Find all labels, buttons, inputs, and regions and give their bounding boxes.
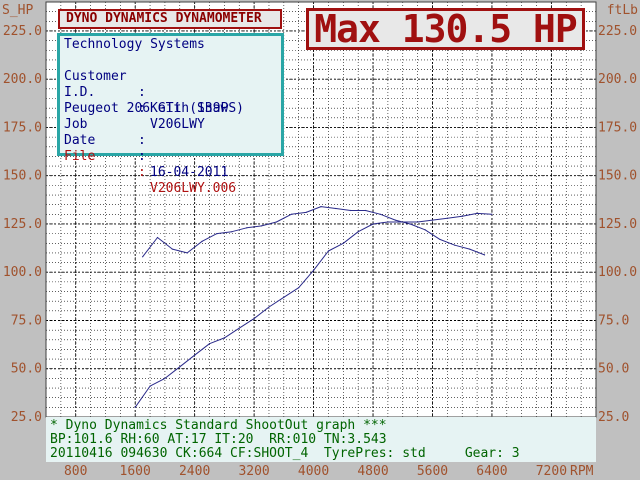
torque-data-point	[424, 229, 426, 231]
run-info-panel: Technology Systems Customer : Keith Shaw…	[57, 33, 284, 196]
y-tick-label-left: 50.0	[11, 362, 42, 377]
torque-data-point	[290, 213, 292, 215]
torque-data-point	[320, 206, 322, 208]
power-data-point	[476, 212, 478, 214]
footer-run-details: 20110416 094630 CK:664 CF:SHOOT_4 TyrePr…	[50, 446, 520, 461]
company-name: Technology Systems	[64, 37, 205, 52]
power-data-point	[238, 327, 240, 329]
y-tick-label-left: 200.0	[3, 72, 42, 87]
power-data-point	[491, 213, 493, 215]
y-tick-label-left: 175.0	[3, 120, 42, 135]
x-tick-label: 3200	[238, 464, 269, 479]
power-data-point	[134, 406, 136, 408]
y-tick-label-right: 150.0	[598, 169, 637, 184]
torque-data-point	[216, 233, 218, 235]
y-tick-label-right: 175.0	[598, 120, 637, 135]
torque-data-point	[231, 231, 233, 233]
power-data-point	[149, 385, 151, 387]
torque-data-point	[246, 227, 248, 229]
torque-data-point	[186, 252, 188, 254]
x-tick-label: 2400	[179, 464, 210, 479]
power-data-point	[327, 250, 330, 252]
power-data-point	[268, 306, 270, 308]
info-separator: :	[138, 165, 146, 180]
torque-data-point	[364, 209, 367, 212]
power-data-point	[208, 343, 211, 345]
torque-data-point	[275, 221, 278, 223]
x-tick-label: 800	[64, 464, 87, 479]
y-tick-label-left: 100.0	[3, 265, 42, 280]
torque-data-point	[335, 207, 337, 210]
footer-title: * Dyno Dynamics Standard ShootOut graph …	[50, 418, 387, 433]
y-tick-label-right: 125.0	[598, 217, 637, 232]
x-tick-label: 1600	[120, 464, 151, 479]
power-data-point	[194, 354, 196, 356]
power-data-point	[298, 287, 300, 289]
y-tick-label-right: 100.0	[598, 265, 637, 280]
dyno-header: DYNO DYNAMICS DYNAMOMETER	[58, 9, 282, 29]
torque-data-point	[469, 248, 471, 250]
info-row-vehicle: Peugeot 206 GTi (139PS)	[64, 85, 281, 116]
x-tick-label: 4800	[357, 464, 388, 479]
power-data-point	[431, 219, 434, 221]
y-tick-label-right: 200.0	[598, 72, 637, 87]
info-row-job: Job :	[64, 101, 281, 148]
run-footer-panel: * Dyno Dynamics Standard ShootOut graph …	[46, 417, 596, 462]
info-row-customer: Customer : Keith Shaw	[64, 53, 281, 116]
power-data-point	[417, 221, 419, 223]
max-power-readout: Max 130.5 HP	[306, 8, 585, 50]
y-tick-label-right: 225.0	[598, 24, 637, 39]
info-row-file: File : V206LWY.006	[64, 133, 281, 196]
y-tick-label-left: 125.0	[3, 217, 42, 232]
torque-data-point	[350, 209, 352, 212]
x-tick-label: 4000	[298, 464, 329, 479]
info-separator: :	[138, 149, 146, 164]
y-tick-label-left: 25.0	[11, 410, 42, 425]
torque-data-point	[171, 248, 173, 250]
torque-data-point	[454, 244, 456, 246]
dyno-graph-window: 25.0 50.0 75.0 100.0 125.0 150.0 175.0 200.0 225…	[0, 0, 640, 480]
torque-data-point	[305, 211, 307, 213]
info-key: File	[64, 149, 96, 164]
torque-data-point	[156, 236, 159, 239]
power-data-point	[372, 223, 374, 225]
y-tick-label-left: 75.0	[11, 313, 42, 328]
torque-data-point	[201, 240, 203, 242]
power-data-point	[283, 296, 285, 298]
power-data-point	[164, 377, 166, 379]
x-axis-label: RPM	[570, 464, 594, 479]
footer-conditions: BP:101.6 RH:60 AT:17 IT:20 RR:010 TN:3.5…	[50, 432, 387, 447]
power-data-point	[312, 269, 315, 271]
power-data-point	[357, 231, 359, 233]
power-data-point	[446, 217, 448, 219]
info-value: V206LWY.006	[150, 181, 237, 196]
left-axis-label: S_HP	[2, 3, 33, 18]
info-row-id: I.D. : V206LWY	[64, 69, 281, 132]
x-tick-label: 5600	[417, 464, 448, 479]
torque-data-point	[394, 219, 396, 221]
torque-data-point	[483, 254, 486, 256]
right-axis-label: ftLb	[607, 3, 638, 18]
torque-data-point	[379, 213, 382, 215]
torque-data-point	[260, 225, 263, 227]
power-data-point	[342, 242, 344, 244]
info-row-date: Date : 16-04-2011	[64, 117, 281, 180]
power-data-point	[253, 317, 255, 320]
torque-data-point	[142, 256, 144, 258]
info-value: 16-04-2011	[150, 165, 229, 180]
y-tick-label-right: 25.0	[598, 410, 629, 425]
power-data-point	[387, 221, 389, 223]
power-data-point	[223, 337, 225, 339]
power-data-point	[461, 215, 463, 217]
torque-data-point	[409, 223, 411, 225]
power-data-point	[179, 366, 181, 368]
y-tick-label-right: 50.0	[598, 362, 629, 377]
x-tick-label: 6400	[476, 464, 507, 479]
y-tick-label-right: 75.0	[598, 313, 629, 328]
torque-data-point	[439, 238, 441, 241]
y-tick-label-left: 150.0	[3, 169, 42, 184]
x-tick-label: 7200	[536, 464, 567, 479]
y-tick-label-left: 225.0	[3, 24, 42, 39]
